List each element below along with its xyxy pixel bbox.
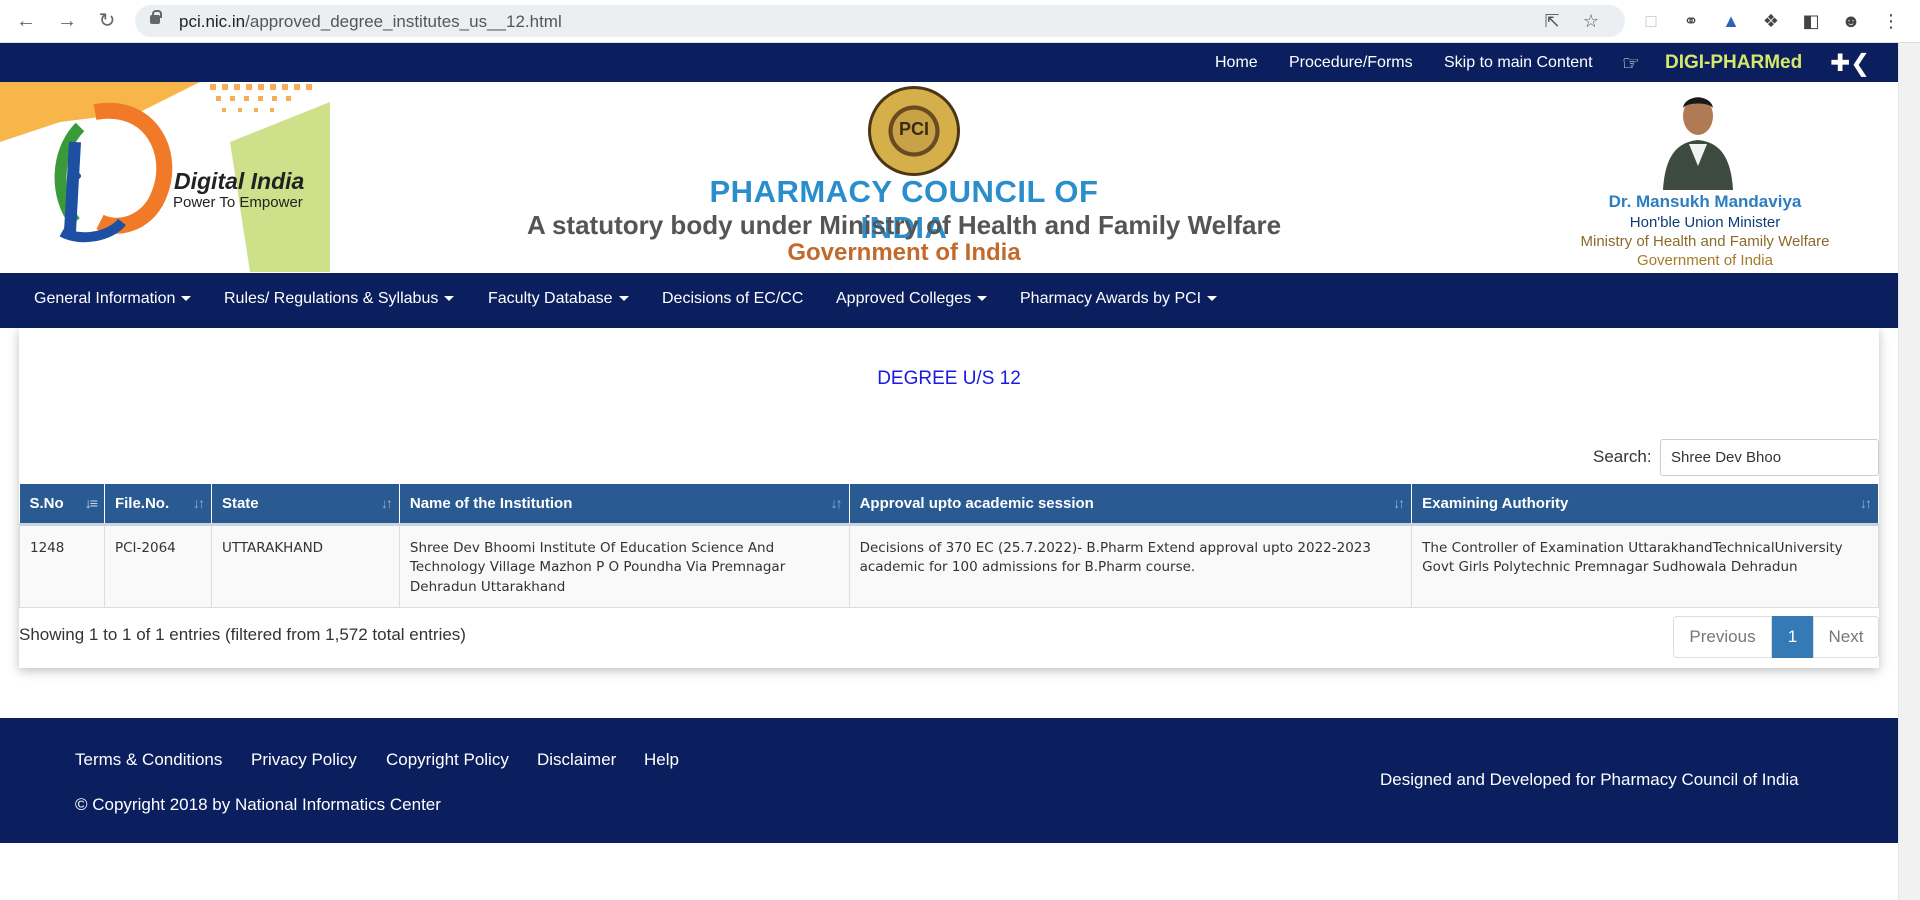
nav-general-information[interactable]: General Information	[34, 290, 192, 308]
footer-link-help[interactable]: Help	[644, 750, 679, 770]
site-footer: Terms & Conditions Privacy Policy Copyri…	[0, 718, 1898, 843]
sort-icon: ↓↑	[1393, 495, 1405, 511]
digital-india-tagline: Power To Empower	[173, 194, 303, 211]
cell-sno: 1248	[19, 522, 105, 608]
nav-label: General Information	[34, 290, 176, 307]
caret-down-icon	[618, 296, 629, 302]
nav-label: Pharmacy Awards by PCI	[1020, 290, 1202, 307]
digi-pharmed-link[interactable]: DIGI-PHARMed	[1665, 52, 1802, 74]
url-domain: pci.nic.in	[179, 12, 246, 31]
content-panel: DEGREE U/S 12 Search: S.No ↓≡ File.No. ↓↑ …	[19, 328, 1879, 668]
column-header-state[interactable]: State ↓↑	[211, 484, 400, 524]
bookmark-star-icon[interactable]: ☆	[1581, 11, 1601, 31]
column-header-sno[interactable]: S.No ↓≡	[19, 484, 105, 524]
reload-icon[interactable]: ↻	[94, 8, 120, 34]
url-path: /approved_degree_institutes_us__12.html	[245, 12, 562, 31]
minister-name: Dr. Mansukh Mandaviya	[1608, 192, 1802, 211]
nav-label: Approved Colleges	[836, 290, 972, 307]
council-subtitle: A statutory body under Ministry of Healt…	[526, 210, 1282, 240]
column-header-examining-authority[interactable]: Examining Authority ↓↑	[1411, 484, 1879, 524]
caret-down-icon	[444, 296, 455, 302]
site-header: Digital India Power To Empower PHARMACY …	[0, 82, 1898, 272]
pager-page-1-button[interactable]: 1	[1772, 616, 1813, 658]
nav-label: Faculty Database	[488, 290, 613, 307]
forward-arrow-icon[interactable]: →	[54, 8, 80, 34]
pharmacy-cross-logo-icon[interactable]: ✚❮	[1830, 49, 1870, 78]
sort-icon: ↓↑	[192, 495, 205, 511]
nav-label: Decisions of EC/CC	[662, 290, 804, 307]
browser-toolbar: ← → ↻ pci.nic.in/approved_degree_institu…	[0, 0, 1920, 43]
sort-desc-icon: ↓≡	[84, 495, 98, 511]
column-header-label: Name of the Institution	[409, 494, 573, 512]
pager-next-button[interactable]: Next	[1813, 616, 1879, 658]
lock-icon	[150, 10, 162, 24]
pci-seal-logo[interactable]	[868, 86, 960, 176]
institutes-table: S.No ↓≡ File.No. ↓↑ State ↓↑ Name of the In…	[19, 484, 1879, 608]
search-input[interactable]	[1660, 439, 1879, 476]
share-icon[interactable]: ⇱	[1542, 11, 1562, 31]
sort-icon: ↓↑	[830, 495, 843, 511]
footer-link-disclaimer[interactable]: Disclaimer	[537, 750, 616, 770]
top-link-home[interactable]: Home	[1215, 54, 1258, 72]
caret-down-icon	[977, 296, 988, 302]
table-header-row: S.No ↓≡ File.No. ↓↑ State ↓↑ Name of the In…	[19, 484, 1879, 524]
footer-designed-by: Designed and Developed for Pharmacy Coun…	[1380, 770, 1799, 789]
column-header-approval[interactable]: Approval upto academic session ↓↑	[849, 484, 1413, 524]
footer-link-terms[interactable]: Terms & Conditions	[75, 750, 222, 770]
nav-pharmacy-awards[interactable]: Pharmacy Awards by PCI	[1020, 290, 1218, 308]
caret-down-icon	[1207, 296, 1218, 302]
address-bar[interactable]: pci.nic.in/approved_degree_institutes_us…	[135, 5, 1625, 37]
browser-menu-icon[interactable]: ⋮	[1880, 10, 1902, 32]
footer-link-copyright[interactable]: Copyright Policy	[386, 750, 509, 770]
minister-photo	[1657, 86, 1739, 190]
side-panel-icon[interactable]: ◧	[1800, 10, 1822, 32]
top-link-skip-to-main-content[interactable]: Skip to main Content	[1444, 54, 1593, 72]
top-link-procedure-forms[interactable]: Procedure/Forms	[1289, 54, 1413, 72]
footer-copyright: © Copyright 2018 by National Informatics…	[75, 795, 441, 814]
extension-shield-icon[interactable]: ▲	[1720, 10, 1742, 32]
footer-link-privacy[interactable]: Privacy Policy	[251, 750, 357, 770]
page-scrollbar[interactable]	[1898, 43, 1920, 900]
minister-title: Hon'ble Union Minister	[1629, 214, 1781, 231]
nav-rules-regulations-syllabus[interactable]: Rules/ Regulations & Syllabus	[224, 290, 455, 308]
hand-pointer-icon: ☞	[1622, 53, 1640, 75]
column-header-label: State	[221, 494, 259, 512]
column-header-label: File.No.	[114, 494, 170, 512]
table-row: 1248 PCI-2064 UTTARAKHAND Shree Dev Bhoo…	[19, 522, 1879, 608]
nav-faculty-database[interactable]: Faculty Database	[488, 290, 629, 308]
column-header-label: S.No	[29, 494, 64, 512]
column-header-label: Approval upto academic session	[859, 494, 1094, 512]
sort-icon: ↓↑	[380, 495, 393, 511]
nav-decisions-ec-cc[interactable]: Decisions of EC/CC	[662, 290, 803, 308]
url-text: pci.nic.in/approved_degree_institutes_us…	[179, 12, 562, 32]
nav-approved-colleges[interactable]: Approved Colleges	[836, 290, 988, 308]
cell-state: UTTARAKHAND	[210, 522, 400, 608]
search-label: Search:	[1593, 447, 1652, 466]
top-link-bar: Home Procedure/Forms Skip to main Conten…	[0, 43, 1898, 82]
extensions-puzzle-icon[interactable]: ❖	[1760, 10, 1782, 32]
cell-examining-authority: The Controller of Examination Uttarakhan…	[1411, 522, 1879, 608]
back-arrow-icon[interactable]: ←	[13, 8, 39, 34]
page-title: DEGREE U/S 12	[877, 368, 1021, 389]
caret-down-icon	[181, 296, 192, 302]
minister-government: Government of India	[1637, 252, 1773, 269]
table-info: Showing 1 to 1 of 1 entries (filtered fr…	[19, 625, 466, 644]
council-government: Government of India	[787, 239, 1021, 266]
digital-india-title: Digital India	[174, 168, 305, 194]
minister-ministry: Ministry of Health and Family Welfare	[1580, 233, 1830, 250]
column-header-label: Examining Authority	[1422, 494, 1569, 512]
column-header-institution[interactable]: Name of the Institution ↓↑	[399, 484, 850, 524]
column-header-file-no[interactable]: File.No. ↓↑	[104, 484, 212, 524]
main-navigation: General Information Rules/ Regulations &…	[0, 273, 1898, 328]
extension-placeholder-icon[interactable]: □	[1640, 10, 1662, 32]
cell-approval: Decisions of 370 EC (25.7.2022)- B.Pharm…	[848, 522, 1413, 608]
pager-previous-button[interactable]: Previous	[1673, 616, 1772, 658]
extension-circle-icon[interactable]: ⚭	[1680, 10, 1702, 32]
profile-avatar-icon[interactable]: ☻	[1840, 10, 1862, 32]
cell-institution: Shree Dev Bhoomi Institute Of Education …	[398, 522, 850, 608]
sort-icon: ↓↑	[1860, 495, 1872, 511]
nav-label: Rules/ Regulations & Syllabus	[224, 290, 439, 307]
cell-file-no: PCI-2064	[103, 522, 212, 608]
